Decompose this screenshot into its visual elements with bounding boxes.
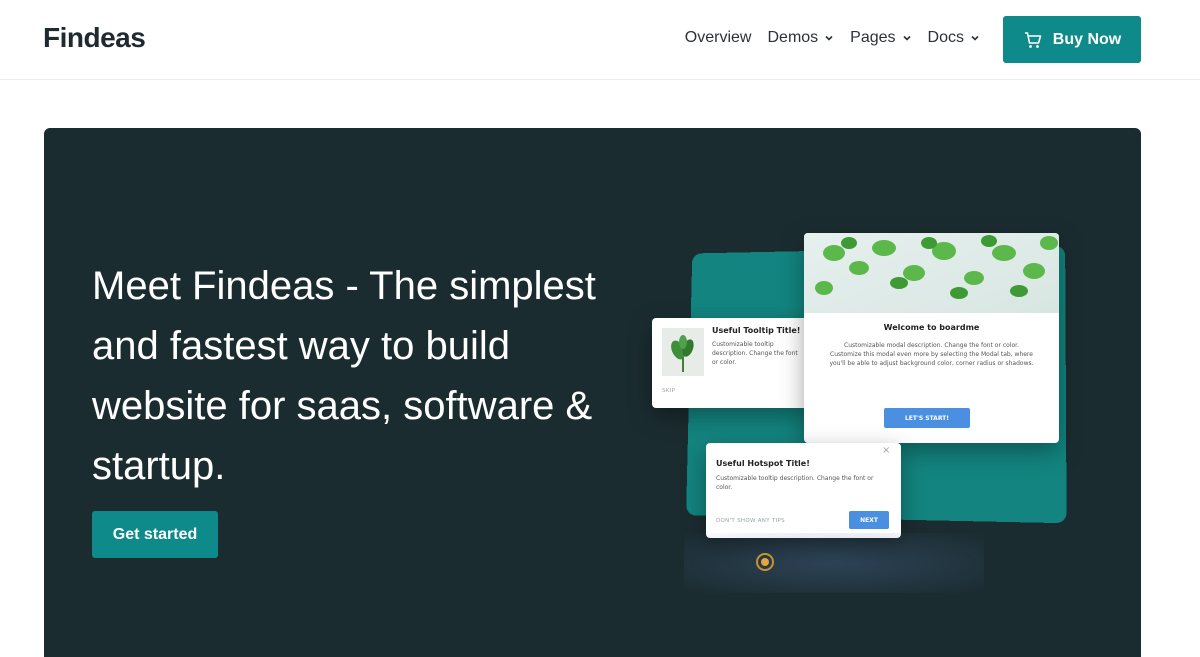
- modal-text: Customizable modal description. Change t…: [829, 342, 1034, 367]
- hero-title: Meet Findeas - The simplest and fastest …: [92, 264, 596, 488]
- tooltip-title: Useful Tooltip Title!: [712, 326, 801, 335]
- buy-now-label: Buy Now: [1052, 30, 1122, 48]
- hotspot-text: Customizable tooltip description. Change…: [716, 475, 874, 491]
- brand-logo[interactable]: Findeas: [43, 22, 146, 54]
- hotspot-dot-icon: [761, 558, 769, 566]
- lets-start-button: LET'S START!: [884, 408, 970, 428]
- nav-pages[interactable]: Pages: [850, 29, 911, 47]
- get-started-button[interactable]: Get started: [92, 511, 218, 558]
- hotspot-title: Useful Hotspot Title!: [716, 459, 810, 468]
- top-navbar: Findeas Overview Demos Pages Docs Buy No…: [0, 0, 1200, 80]
- hero-illustration: Useful Tooltip Title! Customizable toolt…: [644, 203, 1084, 603]
- hotspot-dismiss: DON'T SHOW ANY TIPS: [716, 518, 785, 524]
- chevron-down-icon: [902, 35, 911, 41]
- main-nav: Overview Demos Pages Docs: [685, 29, 980, 47]
- chevron-down-icon: [971, 35, 979, 41]
- modal-title: Welcome to boardme: [883, 323, 980, 332]
- hero-section: Meet Findeas - The simplest and fastest …: [44, 128, 1141, 657]
- chevron-down-icon: [825, 35, 833, 41]
- buy-now-button[interactable]: Buy Now: [1003, 16, 1141, 63]
- next-button: NEXT: [849, 511, 889, 529]
- tooltip-card: Useful Tooltip Title! Customizable toolt…: [652, 318, 812, 408]
- nav-overview[interactable]: Overview: [685, 29, 752, 47]
- hotspot-glow: [684, 533, 984, 593]
- plant-image: [662, 328, 704, 376]
- leaves-image: [804, 233, 1059, 313]
- nav-docs-label: Docs: [927, 29, 964, 46]
- nav-docs[interactable]: Docs: [928, 29, 980, 47]
- tooltip-skip: SKIP: [662, 388, 676, 394]
- nav-pages-label: Pages: [850, 29, 896, 46]
- cart-icon: [1024, 31, 1042, 48]
- hotspot-marker: [756, 553, 774, 571]
- hotspot-card: × Useful Hotspot Title! Customizable too…: [706, 443, 901, 538]
- tooltip-text: Customizable tooltip description. Change…: [712, 341, 798, 366]
- nav-overview-label: Overview: [684, 29, 752, 46]
- nav-demos[interactable]: Demos: [767, 29, 834, 47]
- modal-card: Welcome to boardme Customizable modal de…: [804, 233, 1059, 443]
- nav-demos-label: Demos: [767, 29, 819, 46]
- close-icon: ×: [882, 445, 891, 456]
